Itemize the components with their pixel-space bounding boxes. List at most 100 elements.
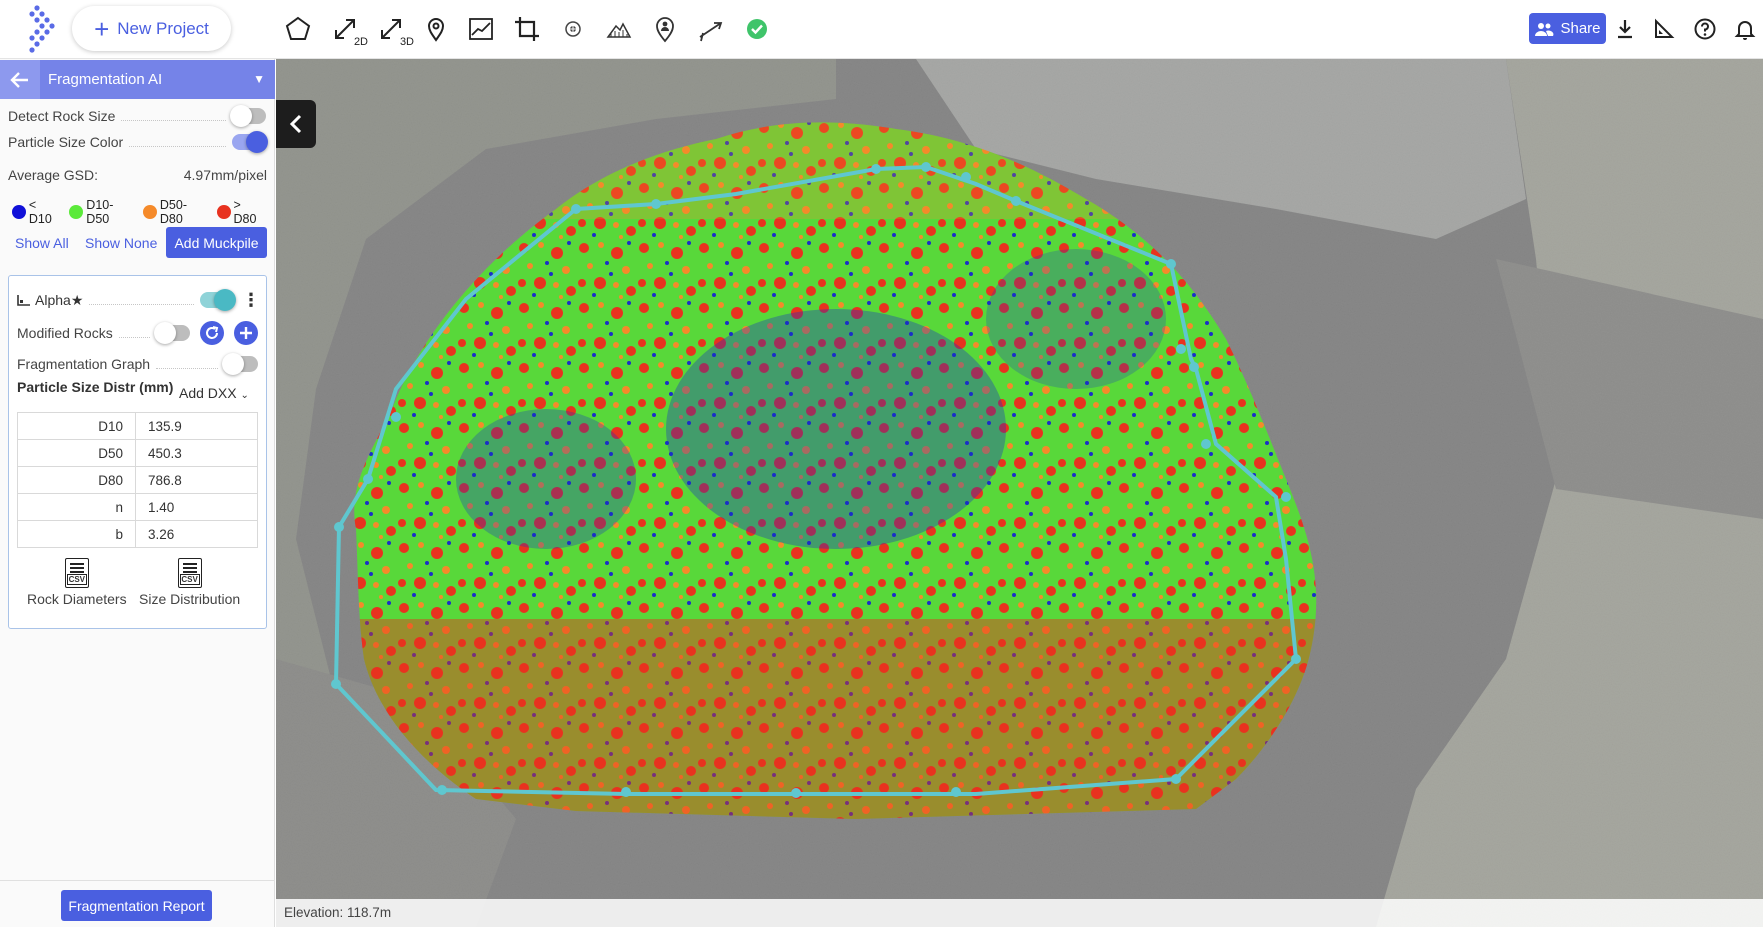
target-tool[interactable]	[556, 12, 590, 46]
polygon-tool[interactable]	[281, 12, 315, 46]
measure-2d-tool[interactable]: 2D	[328, 12, 368, 48]
gsd-value: 4.97mm/pixel	[183, 167, 267, 183]
modified-rocks-toggle[interactable]	[154, 322, 190, 344]
table-row: D50 450.3	[17, 439, 258, 467]
plus-icon	[240, 327, 252, 339]
muckpile-visibility-toggle[interactable]	[200, 289, 236, 311]
new-project-button[interactable]: + New Project	[72, 6, 231, 51]
elevation-readout: Elevation: 118.7m	[284, 905, 392, 920]
csv-file-icon: CSV	[177, 558, 202, 588]
person-pin-icon	[656, 17, 674, 43]
psd-key: D10	[17, 412, 136, 440]
average-gsd-row: Average GSD: 4.97mm/pixel	[8, 167, 267, 183]
confirm-tool[interactable]	[740, 12, 774, 46]
chart-icon	[17, 295, 30, 306]
psd-value: 3.26	[135, 520, 258, 548]
elevation-profile-icon	[469, 18, 493, 40]
add-dxx-dropdown[interactable]: Add DXX ⌄	[179, 385, 249, 401]
orthophoto-map[interactable]	[276, 59, 1763, 927]
add-rock-button[interactable]	[234, 321, 258, 345]
size-distribution-label: Size Distribution	[139, 591, 241, 607]
status-bar: Elevation: 118.7m	[276, 899, 1763, 927]
download-icon	[1618, 20, 1632, 39]
ruler-triangle-icon	[1655, 18, 1675, 38]
people-icon	[1535, 22, 1554, 36]
dotted-leader	[121, 111, 226, 121]
add-muckpile-button[interactable]: Add Muckpile	[166, 227, 267, 258]
annotate-tool[interactable]	[648, 12, 682, 46]
detect-rock-size-row: Detect Rock Size	[8, 104, 266, 128]
rock-diameters-csv-button[interactable]: CSV Rock Diameters	[27, 558, 127, 607]
bell-icon	[1734, 21, 1756, 40]
refresh-button[interactable]	[200, 321, 224, 345]
collapse-panel-button[interactable]	[276, 100, 316, 148]
fragmentation-report-button[interactable]: Fragmentation Report	[61, 890, 212, 921]
map-canvas[interactable]	[276, 59, 1763, 927]
detect-rock-size-toggle[interactable]	[230, 105, 266, 127]
fragmentation-panel: Fragmentation AI ▼ Detect Rock Size Part…	[0, 59, 275, 927]
modified-rocks-row: Modified Rocks	[17, 320, 258, 346]
fragmentation-graph-toggle[interactable]	[222, 353, 258, 375]
show-all-link[interactable]: Show All	[15, 235, 69, 251]
psd-key: n	[17, 493, 136, 521]
modified-rocks-label: Modified Rocks	[17, 325, 113, 341]
table-row: D10 135.9	[17, 412, 258, 440]
chevron-left-icon	[289, 114, 302, 134]
dotted-leader	[89, 295, 194, 305]
help-icon	[1694, 18, 1716, 40]
psd-value: 450.3	[135, 439, 258, 467]
muckpile-header: Alpha ★ ⋮	[17, 288, 260, 312]
crop-icon	[515, 17, 539, 41]
app-logo-icon[interactable]	[20, 4, 60, 54]
measure-3d-tool[interactable]: 3D	[374, 12, 414, 48]
rock-diameters-label: Rock Diameters	[27, 591, 127, 607]
share-button[interactable]: Share	[1529, 13, 1606, 44]
download-button[interactable]	[1611, 15, 1639, 43]
psd-key: D80	[17, 466, 136, 494]
panel-title: Fragmentation AI	[48, 71, 163, 88]
divider	[0, 880, 275, 881]
size-legend: < D10 D10-D50 D50-D80 > D80	[12, 198, 274, 226]
legend-item-lt-d10: < D10	[12, 198, 62, 226]
volume-tool[interactable]	[602, 12, 636, 46]
kebab-menu-icon[interactable]: ⋮	[242, 290, 260, 311]
muckpile-card-alpha: Alpha ★ ⋮ Modified Rocks Fragmentation G…	[8, 275, 267, 629]
legend-item-d10-d50: D10-D50	[69, 198, 136, 226]
plus-icon: +	[94, 13, 110, 44]
check-circle-icon	[747, 19, 767, 39]
psd-title: Particle Size Distr (mm)	[17, 379, 174, 395]
new-project-label: New Project	[117, 18, 209, 38]
crop-tool[interactable]	[510, 12, 544, 46]
share-label: Share	[1560, 20, 1601, 37]
dotted-leader	[118, 328, 150, 338]
measure-units-button[interactable]	[1650, 15, 1678, 43]
caret-down-icon[interactable]: ▼	[253, 72, 265, 86]
location-tool[interactable]	[419, 12, 453, 46]
arrow-left-icon	[10, 71, 28, 88]
show-none-link[interactable]: Show None	[85, 235, 157, 251]
chevron-down-icon: ⌄	[240, 390, 249, 401]
psd-key: D50	[17, 439, 136, 467]
drill-tool[interactable]	[694, 12, 728, 46]
pentagon-icon	[285, 16, 311, 40]
fragmentation-graph-label: Fragmentation Graph	[17, 356, 151, 372]
particle-size-color-label: Particle Size Color	[8, 134, 124, 150]
size-distribution-csv-button[interactable]: CSV Size Distribution	[139, 558, 240, 607]
dotted-leader	[129, 137, 226, 147]
profile-tool[interactable]	[464, 12, 498, 46]
drill-icon	[699, 22, 723, 42]
back-button[interactable]	[0, 60, 40, 99]
refresh-icon	[206, 326, 219, 339]
map-pin-icon	[427, 18, 445, 42]
legend-item-d50-d80: D50-D80	[143, 198, 210, 226]
particle-size-color-row: Particle Size Color	[8, 130, 268, 154]
notifications-button[interactable]	[1731, 15, 1759, 43]
psd-value: 1.40	[135, 493, 258, 521]
help-button[interactable]	[1691, 15, 1719, 43]
legend-item-gt-d80: > D80	[216, 198, 267, 226]
star-icon[interactable]: ★	[71, 292, 84, 309]
tool-suffix: 2D	[353, 36, 368, 48]
particle-size-color-toggle[interactable]	[232, 131, 268, 153]
csv-file-icon: CSV	[64, 558, 89, 588]
fragmentation-graph-row: Fragmentation Graph	[17, 352, 258, 376]
